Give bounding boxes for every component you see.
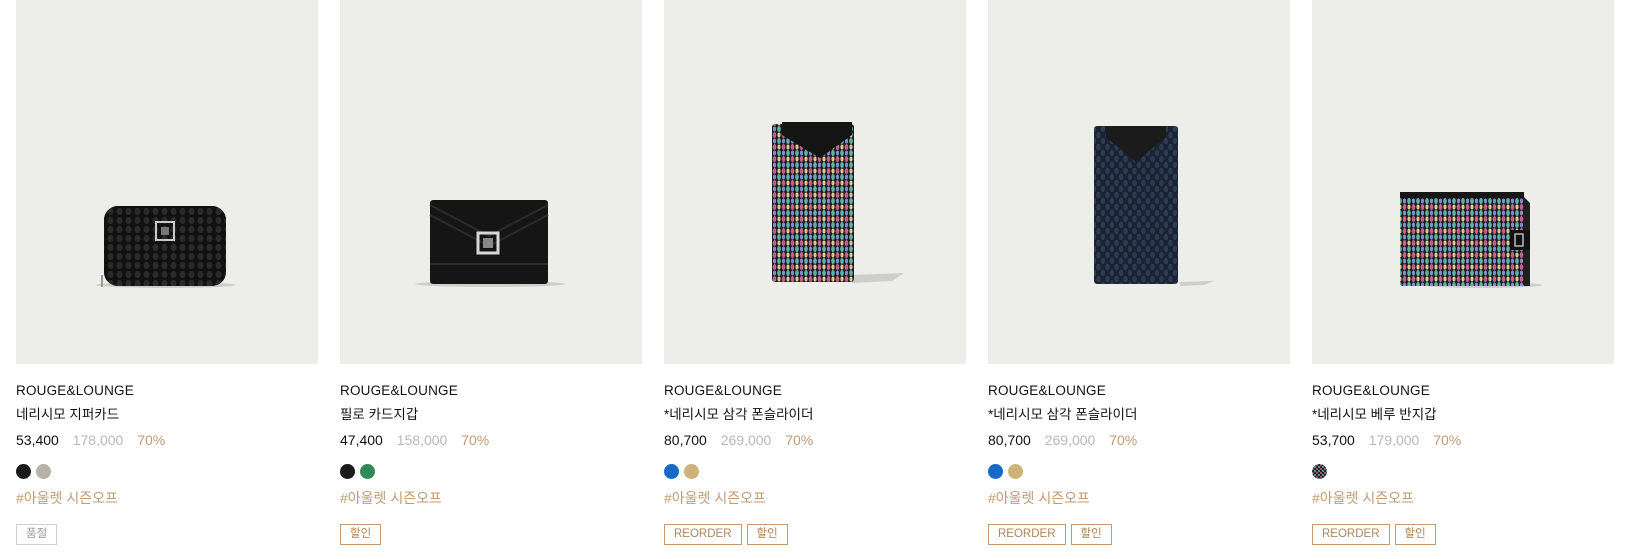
sale-badge: 할인 (746, 524, 788, 545)
card-wallet-image[interactable] (340, 0, 642, 364)
color-swatches (664, 464, 966, 480)
product-brand[interactable]: ROUGE&LOUNGE (664, 382, 966, 400)
product-card[interactable]: ROUGE&LOUNGE *네리시모 베루 반지갑 53,700 179,000… (1312, 0, 1614, 545)
product-name[interactable]: *네리시모 삼각 폰슬라이더 (988, 406, 1290, 424)
color-swatches (340, 464, 642, 480)
sale-badge: 할인 (340, 524, 382, 545)
sale-price: 47,400 (340, 432, 383, 448)
badge-group: 품절 (16, 524, 318, 545)
product-prices: 53,400 178,000 70% (16, 430, 318, 450)
hashtag-link[interactable]: #아울렛 시즌오프 (16, 489, 318, 507)
product-prices: 80,700 269,000 70% (664, 430, 966, 450)
original-price: 158,000 (396, 432, 448, 448)
product-brand[interactable]: ROUGE&LOUNGE (16, 382, 318, 400)
color-swatch-black[interactable] (340, 464, 355, 479)
badge-group: 할인 (340, 524, 642, 545)
sale-price: 80,700 (988, 432, 1031, 448)
sale-badge: 할인 (1394, 524, 1436, 545)
color-swatch-multi[interactable] (1312, 464, 1327, 479)
discount-rate: 70% (137, 432, 166, 448)
bifold-wallet-image[interactable] (1312, 0, 1614, 364)
discount-rate: 70% (1109, 432, 1138, 448)
reorder-badge: REORDER (664, 524, 742, 545)
product-brand[interactable]: ROUGE&LOUNGE (340, 382, 642, 400)
hashtag-link[interactable]: #아울렛 시즌오프 (340, 489, 642, 507)
discount-rate: 70% (1433, 432, 1462, 448)
phone-slider-navy-image[interactable] (988, 0, 1290, 364)
discount-rate: 70% (785, 432, 814, 448)
product-card[interactable]: ROUGE&LOUNGE 필로 카드지갑 47,400 158,000 70% … (340, 0, 642, 545)
color-swatches (1312, 464, 1614, 480)
soldout-badge: 품절 (16, 524, 58, 545)
product-grid: ROUGE&LOUNGE 네리시모 지퍼카드 53,400 178,000 70… (16, 0, 1614, 545)
hashtag-link[interactable]: #아울렛 시즌오프 (988, 489, 1290, 507)
original-price: 179,000 (1368, 432, 1420, 448)
color-swatch-blue[interactable] (664, 464, 679, 479)
color-swatch-blue[interactable] (988, 464, 1003, 479)
sale-price: 80,700 (664, 432, 707, 448)
product-prices: 80,700 269,000 70% (988, 430, 1290, 450)
color-swatch-gold[interactable] (1008, 464, 1023, 479)
product-prices: 47,400 158,000 70% (340, 430, 642, 450)
reorder-badge: REORDER (988, 524, 1066, 545)
sale-price: 53,400 (16, 432, 59, 448)
hashtag-link[interactable]: #아울렛 시즌오프 (664, 489, 966, 507)
original-price: 269,000 (1044, 432, 1096, 448)
original-price: 178,000 (72, 432, 124, 448)
product-card[interactable]: ROUGE&LOUNGE 네리시모 지퍼카드 53,400 178,000 70… (16, 0, 318, 545)
color-swatches (988, 464, 1290, 480)
color-swatches (16, 464, 318, 480)
badge-group: REORDER 할인 (988, 524, 1290, 545)
sale-price: 53,700 (1312, 432, 1355, 448)
product-prices: 53,700 179,000 70% (1312, 430, 1614, 450)
phone-slider-multi-image[interactable] (664, 0, 966, 364)
product-brand[interactable]: ROUGE&LOUNGE (988, 382, 1290, 400)
color-swatch-beige[interactable] (36, 464, 51, 479)
color-swatch-black[interactable] (16, 464, 31, 479)
color-swatch-green[interactable] (360, 464, 375, 479)
hashtag-link[interactable]: #아울렛 시즌오프 (1312, 489, 1614, 507)
product-brand[interactable]: ROUGE&LOUNGE (1312, 382, 1614, 400)
reorder-badge: REORDER (1312, 524, 1390, 545)
original-price: 269,000 (720, 432, 772, 448)
product-name[interactable]: *네리시모 삼각 폰슬라이더 (664, 406, 966, 424)
product-name[interactable]: *네리시모 베루 반지갑 (1312, 406, 1614, 424)
product-card[interactable]: ROUGE&LOUNGE *네리시모 삼각 폰슬라이더 80,700 269,0… (664, 0, 966, 545)
product-card[interactable]: ROUGE&LOUNGE *네리시모 삼각 폰슬라이더 80,700 269,0… (988, 0, 1290, 545)
color-swatch-gold[interactable] (684, 464, 699, 479)
badge-group: REORDER 할인 (1312, 524, 1614, 545)
zip-wallet-image[interactable] (16, 0, 318, 364)
badge-group: REORDER 할인 (664, 524, 966, 545)
product-name[interactable]: 필로 카드지갑 (340, 406, 642, 424)
sale-badge: 할인 (1070, 524, 1112, 545)
discount-rate: 70% (461, 432, 490, 448)
product-name[interactable]: 네리시모 지퍼카드 (16, 406, 318, 424)
